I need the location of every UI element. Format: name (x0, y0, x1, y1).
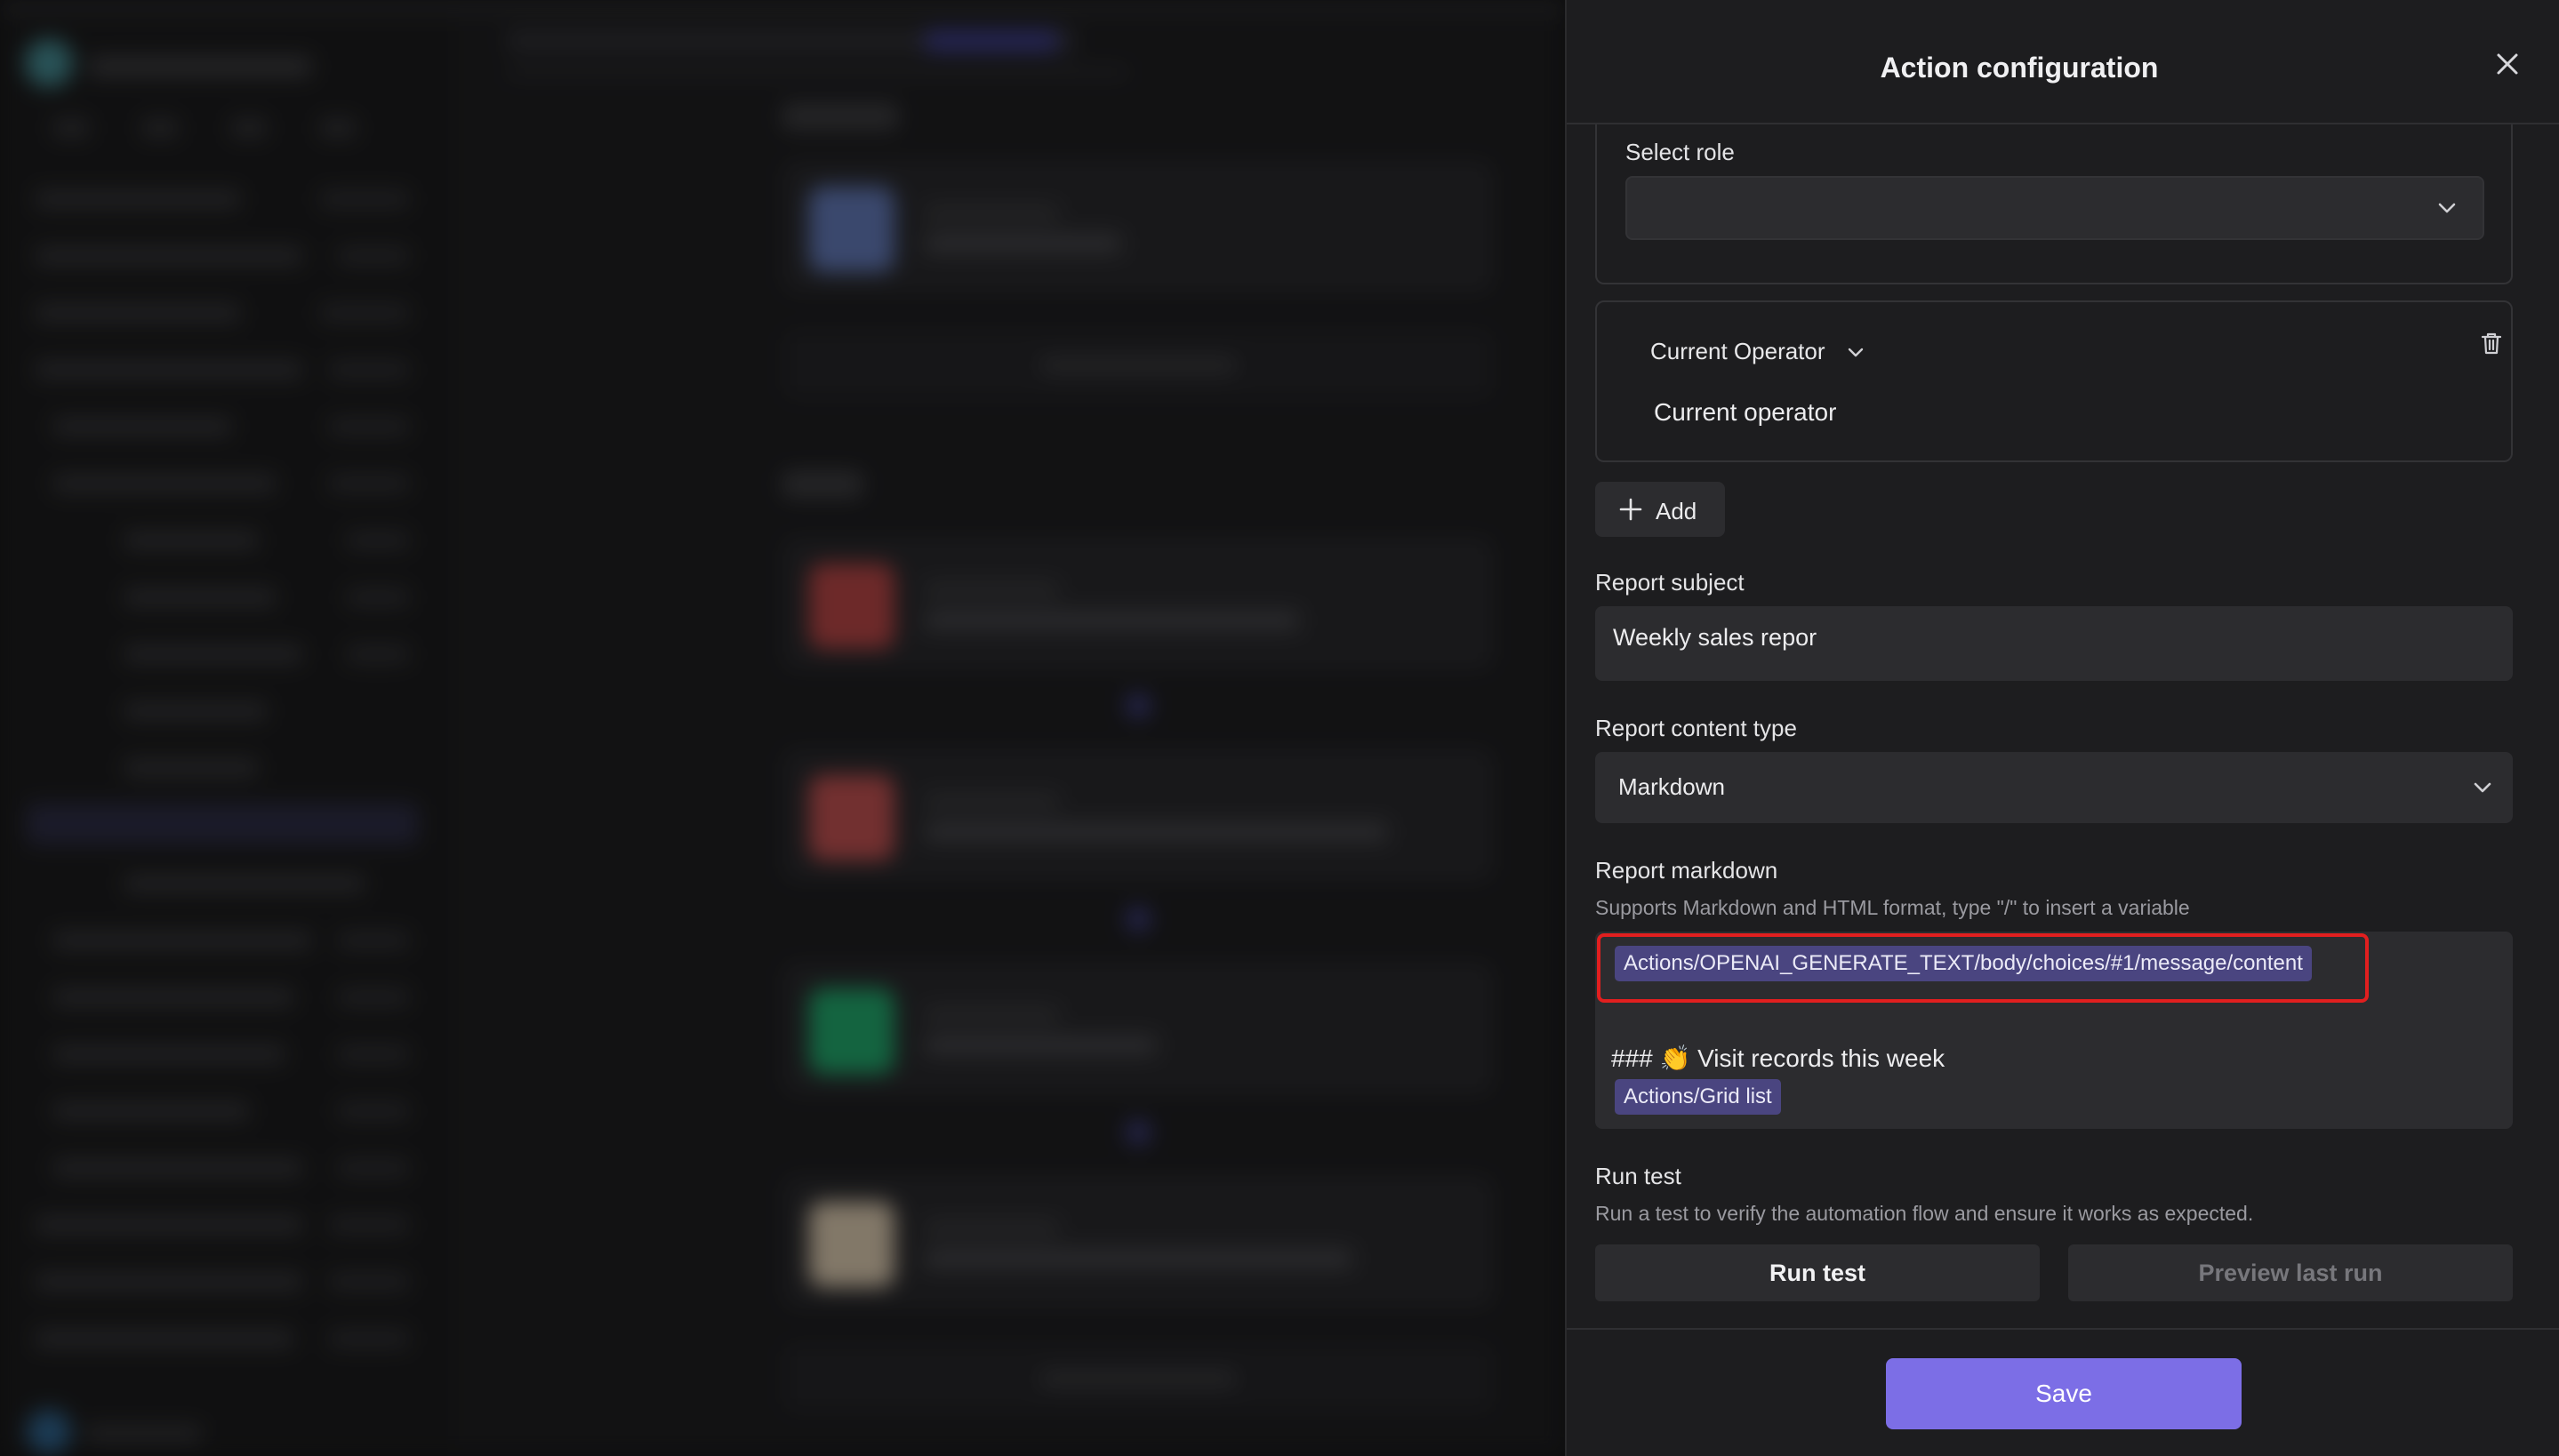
select-role-group: Select role (1595, 124, 2513, 284)
trash-icon[interactable] (2477, 329, 2506, 357)
select-role-label: Select role (1625, 139, 1735, 165)
run-test-label: Run test (1595, 1163, 1681, 1189)
drawer-title: Action configuration (1880, 52, 2159, 84)
operator-value: Current operator (1654, 398, 1837, 426)
chevron-down-icon (1848, 348, 1863, 357)
drawer-body: Select role Current Operator Current ope… (1567, 124, 2559, 1328)
report-subject-input[interactable]: Weekly sales repor (1595, 606, 2513, 681)
chevron-down-icon (2438, 203, 2456, 213)
preview-last-run-button[interactable]: Preview last run (2068, 1244, 2513, 1301)
markdown-heading-line: ### 👏 Visit records this week (1611, 1044, 1945, 1072)
report-content-type-select[interactable]: Markdown (1595, 752, 2513, 823)
report-markdown-editor[interactable]: Actions/OPENAI_GENERATE_TEXT/body/choice… (1595, 932, 2513, 1129)
add-button-label: Add (1656, 498, 1697, 524)
select-role-dropdown[interactable] (1625, 176, 2484, 240)
save-button[interactable]: Save (1886, 1358, 2242, 1429)
run-test-hint: Run a test to verify the automation flow… (1595, 1202, 2254, 1225)
drawer-header: Action configuration (1567, 0, 2559, 124)
close-icon[interactable] (2491, 48, 2523, 80)
report-markdown-hint: Supports Markdown and HTML format, type … (1595, 896, 2190, 919)
variable-chip[interactable]: Actions/Grid list (1615, 1079, 1781, 1115)
report-content-type-value: Markdown (1618, 773, 1725, 800)
add-button[interactable]: Add (1595, 482, 1725, 537)
chevron-down-icon (2474, 782, 2491, 793)
report-subject-label: Report subject (1595, 569, 1745, 596)
action-configuration-drawer: Action configuration Select role Current… (1565, 0, 2559, 1456)
variable-chip[interactable]: Actions/OPENAI_GENERATE_TEXT/body/choice… (1615, 946, 2312, 981)
report-markdown-label: Report markdown (1595, 857, 1778, 884)
report-subject-value: Weekly sales repor (1613, 624, 1817, 651)
report-content-type-label: Report content type (1595, 715, 1797, 741)
operator-type-dropdown[interactable]: Current Operator (1650, 338, 1867, 365)
run-test-button[interactable]: Run test (1595, 1244, 2040, 1301)
drawer-footer: Save (1567, 1328, 2559, 1456)
operator-type-label: Current Operator (1650, 338, 1825, 364)
operator-group: Current Operator Current operator (1595, 300, 2513, 462)
modal-overlay[interactable] (0, 0, 1565, 1456)
plus-icon (1619, 498, 1642, 521)
